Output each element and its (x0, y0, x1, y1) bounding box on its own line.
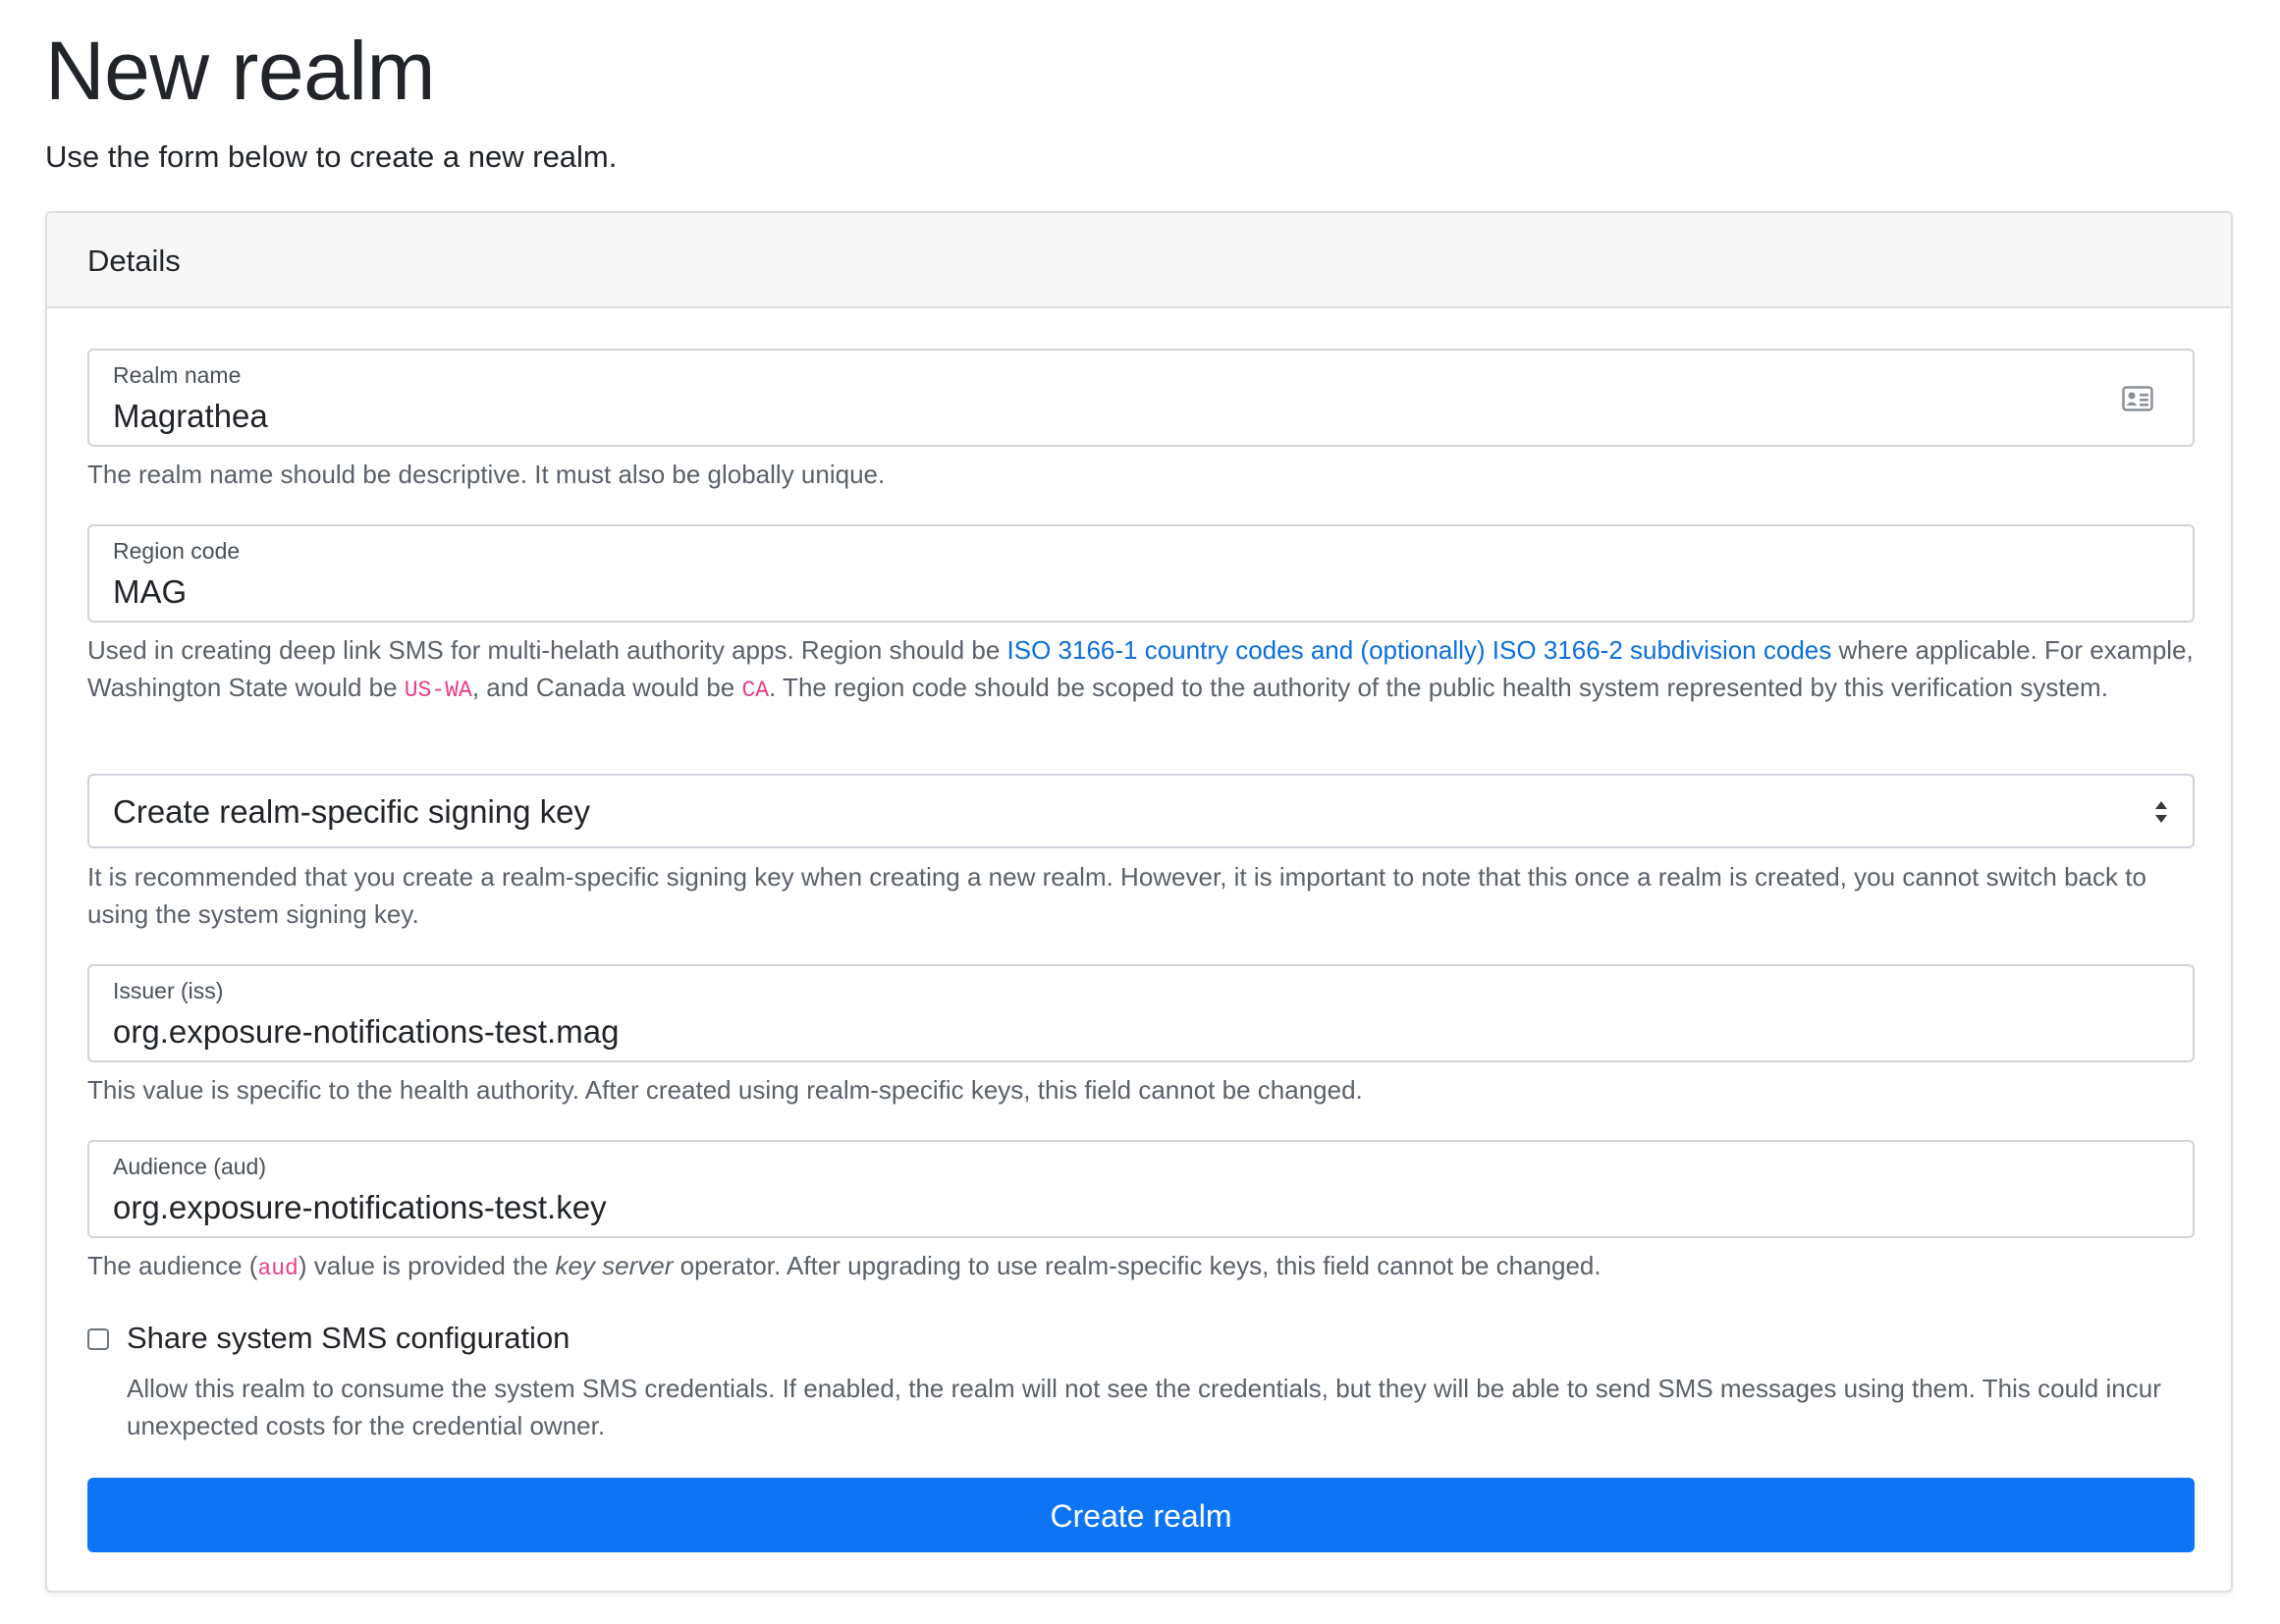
code-us-wa: US-WA (404, 677, 472, 703)
share-sms-help: Allow this realm to consume the system S… (127, 1374, 2161, 1440)
create-realm-button[interactable]: Create realm (87, 1478, 2195, 1552)
issuer-field[interactable]: Issuer (iss) (87, 964, 2195, 1062)
details-card: Details Realm name The realm name should… (45, 211, 2233, 1593)
realm-name-field[interactable]: Realm name (87, 349, 2195, 447)
key-server-emphasis: key server (555, 1251, 674, 1280)
region-help-text: , and Canada would be (471, 673, 742, 702)
iso-codes-link[interactable]: ISO 3166-1 country codes and (optionally… (1007, 635, 1832, 665)
page-lead: Use the form below to create a new realm… (45, 139, 618, 174)
share-sms-checkbox[interactable] (87, 1328, 109, 1350)
code-aud: aud (257, 1256, 299, 1281)
region-code-label: Region code (113, 538, 241, 564)
issuer-help: This value is specific to the health aut… (87, 1075, 1363, 1105)
region-code-help: Used in creating deep link SMS for multi… (87, 631, 2208, 709)
audience-help-text: ) value is provided the (298, 1251, 556, 1280)
audience-help: The audience (aud) value is provided the… (87, 1247, 2208, 1287)
region-help-text: Used in creating deep link SMS for multi… (87, 635, 1007, 665)
select-arrows-icon (2155, 801, 2167, 823)
audience-help-text: operator. After upgrading to use realm-s… (673, 1251, 1601, 1280)
region-code-field[interactable]: Region code (87, 524, 2195, 623)
audience-help-text: The audience ( (87, 1251, 258, 1280)
signing-key-select[interactable]: Create realm-specific signing key (87, 774, 2195, 848)
signing-key-selected: Create realm-specific signing key (113, 793, 591, 830)
page-title: New realm (45, 25, 435, 117)
id-card-icon (2122, 386, 2153, 411)
audience-input[interactable] (113, 1189, 2077, 1226)
issuer-input[interactable] (113, 1013, 2077, 1051)
card-header: Details (47, 213, 2231, 308)
realm-name-input[interactable] (113, 398, 2077, 435)
share-sms-label[interactable]: Share system SMS configuration (127, 1321, 570, 1356)
region-code-input[interactable] (113, 573, 2077, 611)
audience-field[interactable]: Audience (aud) (87, 1140, 2195, 1238)
realm-name-label: Realm name (113, 362, 242, 388)
region-help-text: . The region code should be scoped to th… (769, 673, 2108, 702)
code-ca: CA (741, 677, 770, 703)
realm-name-help: The realm name should be descriptive. It… (87, 460, 886, 489)
signing-key-help: It is recommended that you create a real… (87, 862, 2146, 929)
issuer-label: Issuer (iss) (113, 978, 224, 1003)
audience-label: Audience (aud) (113, 1154, 266, 1179)
